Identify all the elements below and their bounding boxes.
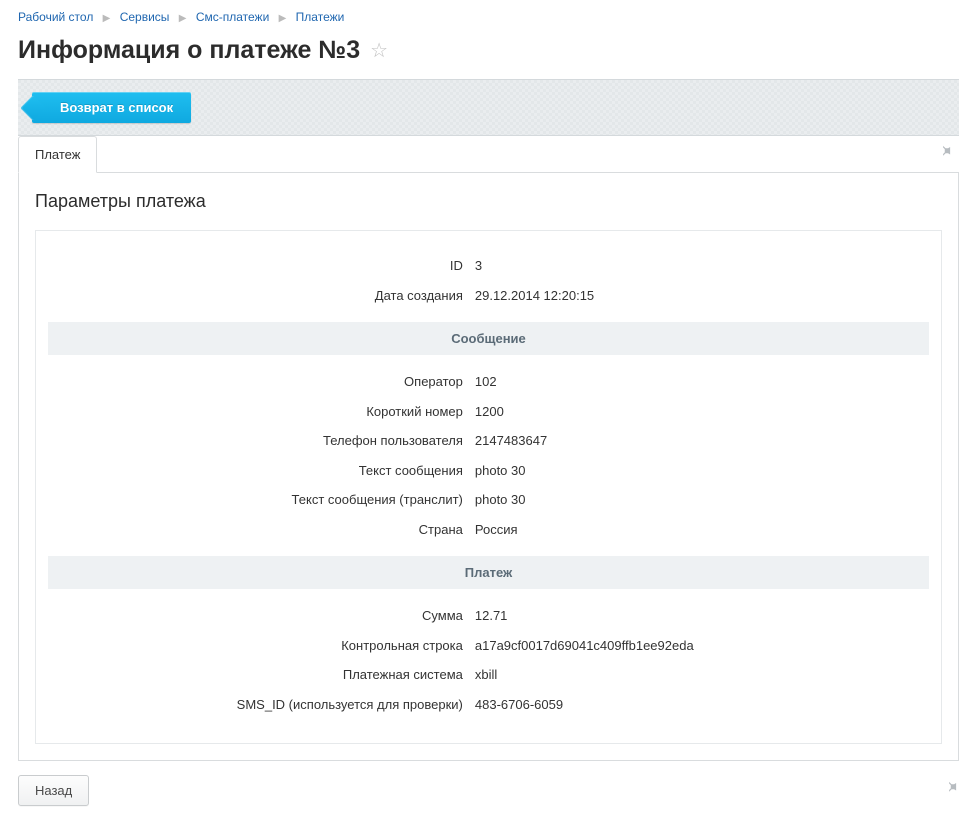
chevron-right-icon: ▶: [279, 13, 287, 24]
param-value: a17a9cf0017d69041c409ffb1ee92eda: [471, 636, 929, 656]
param-label: Оператор: [48, 372, 471, 392]
param-label: Текст сообщения (транслит): [48, 490, 471, 510]
param-value: 483-6706-6059: [471, 695, 929, 715]
return-to-list-label: Возврат в список: [60, 100, 173, 115]
back-button[interactable]: Назад: [18, 775, 89, 806]
param-value: photo 30: [471, 490, 929, 510]
section-message: Сообщение: [48, 322, 929, 355]
param-label: Платежная система: [48, 665, 471, 685]
breadcrumb-link-desktop[interactable]: Рабочий стол: [18, 10, 93, 24]
param-value: 3: [471, 256, 929, 276]
return-to-list-button[interactable]: Возврат в список: [32, 92, 191, 123]
param-value: 102: [471, 372, 929, 392]
chevron-right-icon: ▶: [103, 13, 111, 24]
param-row-country: Страна Россия: [48, 515, 929, 545]
param-row-amount: Сумма 12.71: [48, 601, 929, 631]
star-icon[interactable]: ☆: [370, 41, 388, 61]
param-row-id: ID 3: [48, 251, 929, 281]
page-title-row: Информация о платеже №3 ☆: [0, 32, 977, 79]
breadcrumb-link-services[interactable]: Сервисы: [120, 10, 170, 24]
param-label: Телефон пользователя: [48, 431, 471, 451]
param-value: 1200: [471, 402, 929, 422]
param-row-sms-id: SMS_ID (используется для проверки) 483-6…: [48, 690, 929, 720]
param-value: xbill: [471, 665, 929, 685]
page-title: Информация о платеже №3: [18, 36, 360, 65]
param-label: Текст сообщения: [48, 461, 471, 481]
param-label: Страна: [48, 520, 471, 540]
content-panel: Параметры платежа ID 3 Дата создания 29.…: [18, 173, 959, 761]
param-row-msg-text: Текст сообщения photo 30: [48, 456, 929, 486]
breadcrumb: Рабочий стол ▶ Сервисы ▶ Смс-платежи ▶ П…: [0, 0, 977, 32]
param-label: SMS_ID (используется для проверки): [48, 695, 471, 715]
pin-icon[interactable]: [933, 137, 959, 172]
param-label: Дата создания: [48, 286, 471, 306]
tabs-row: Платеж: [18, 136, 959, 173]
param-row-short-number: Короткий номер 1200: [48, 397, 929, 427]
param-value: Россия: [471, 520, 929, 540]
param-box: ID 3 Дата создания 29.12.2014 12:20:15 С…: [35, 230, 942, 744]
chevron-right-icon: ▶: [179, 13, 187, 24]
footer-row: Назад: [18, 775, 959, 806]
toolbar: Возврат в список: [18, 79, 959, 136]
pin-icon[interactable]: [945, 781, 959, 800]
param-label: Контрольная строка: [48, 636, 471, 656]
section-payment: Платеж: [48, 556, 929, 589]
param-value: 12.71: [471, 606, 929, 626]
param-row-pay-system: Платежная система xbill: [48, 660, 929, 690]
breadcrumb-link-sms-payments[interactable]: Смс-платежи: [196, 10, 269, 24]
param-value: photo 30: [471, 461, 929, 481]
panel-heading: Параметры платежа: [35, 191, 942, 212]
param-label: ID: [48, 256, 471, 276]
breadcrumb-link-payments[interactable]: Платежи: [296, 10, 345, 24]
param-row-operator: Оператор 102: [48, 367, 929, 397]
param-label: Короткий номер: [48, 402, 471, 422]
param-row-user-phone: Телефон пользователя 2147483647: [48, 426, 929, 456]
tab-payment[interactable]: Платеж: [18, 136, 97, 173]
param-value: 29.12.2014 12:20:15: [471, 286, 929, 306]
param-row-msg-translit: Текст сообщения (транслит) photo 30: [48, 485, 929, 515]
param-label: Сумма: [48, 606, 471, 626]
param-row-created: Дата создания 29.12.2014 12:20:15: [48, 281, 929, 311]
param-value: 2147483647: [471, 431, 929, 451]
param-row-control-string: Контрольная строка a17a9cf0017d69041c409…: [48, 631, 929, 661]
